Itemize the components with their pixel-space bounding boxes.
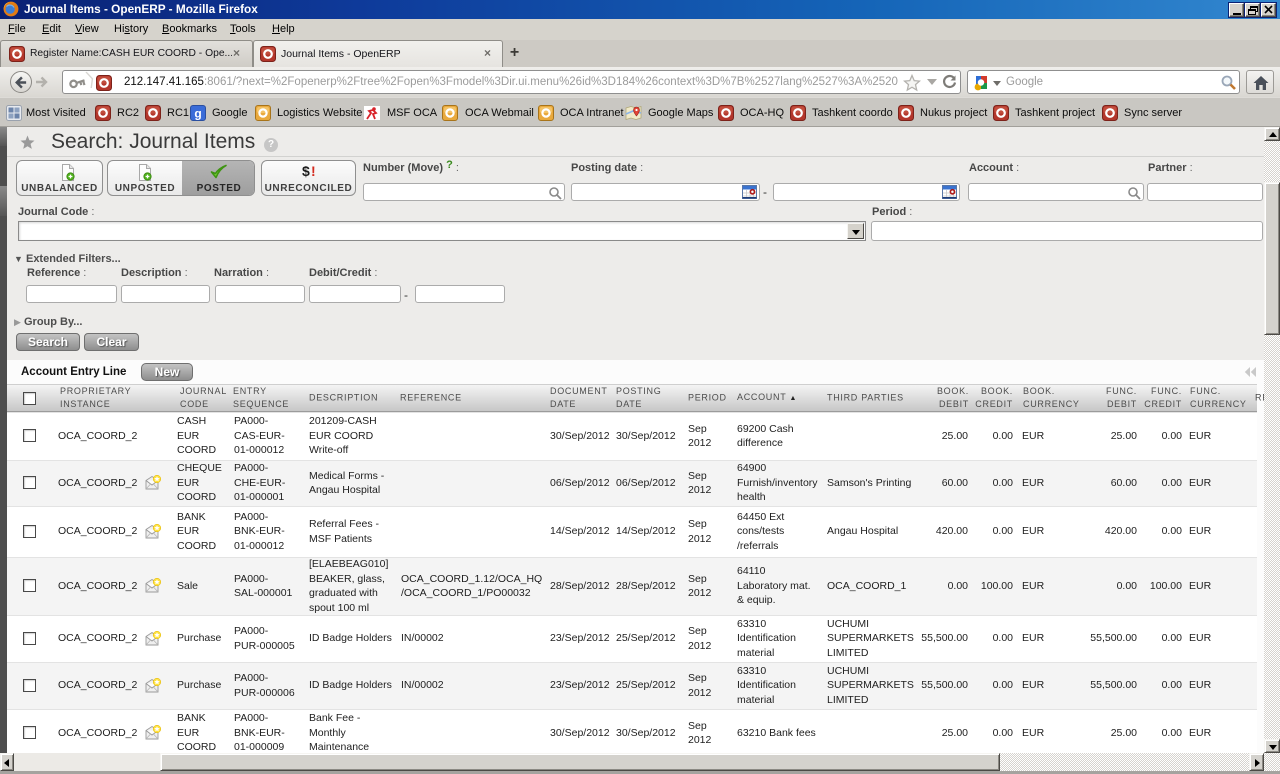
svg-text:g: g xyxy=(194,107,201,121)
